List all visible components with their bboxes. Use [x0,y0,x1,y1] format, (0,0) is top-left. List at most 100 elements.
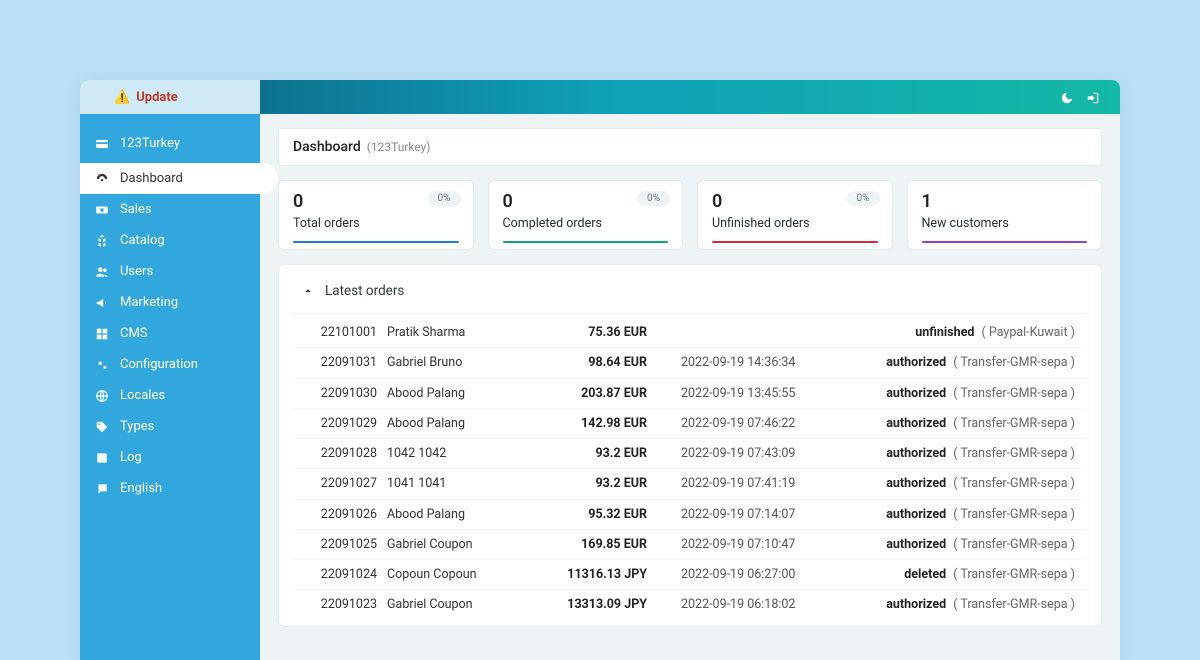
grid-icon [94,326,110,341]
update-banner[interactable]: ⚠️ Update [80,80,260,114]
page-title: Dashboard [293,139,361,155]
order-customer: Gabriel Coupon [387,534,527,555]
order-amount: 11316.13 JPY [537,564,647,585]
logout-button[interactable] [1080,88,1106,107]
order-status: authorized [886,355,946,370]
order-amount: 13313.09 JPY [537,594,647,615]
order-date: 2022-09-19 07:14:07 [657,504,817,525]
order-row[interactable]: 220910271041 104193.2 EUR2022-09-19 07:4… [293,468,1087,498]
order-status: authorized [886,476,946,491]
order-method: ( Paypal-Kuwait ) [982,325,1076,340]
users-icon [94,264,110,279]
order-status: authorized [886,507,946,522]
order-method: ( Transfer-GMR-sepa ) [953,537,1075,552]
sidebar: 123Turkey Dashboard Sales Catalog Users … [80,114,260,660]
money-icon [94,202,110,217]
stat-bar [503,241,669,243]
stat-card[interactable]: 0%0Total orders [278,180,474,250]
stat-value: 1 [922,191,1088,212]
order-status: authorized [886,416,946,431]
sidebar-item-sales[interactable]: Sales [80,194,260,225]
stat-bar [712,241,878,243]
sidebar-item-catalog[interactable]: Catalog [80,225,260,256]
order-row[interactable]: 22091025Gabriel Coupon169.85 EUR2022-09-… [293,529,1087,559]
order-tail: authorized ( Transfer-GMR-sepa ) [827,473,1075,494]
order-tail: authorized ( Transfer-GMR-sepa ) [827,413,1075,434]
nav-label: 123Turkey [120,136,180,151]
sidebar-item-users[interactable]: Users [80,256,260,287]
order-row[interactable]: 22091030Abood Palang203.87 EUR2022-09-19… [293,378,1087,408]
sidebar-item-marketing[interactable]: Marketing [80,287,260,318]
order-tail: authorized ( Transfer-GMR-sepa ) [827,443,1075,464]
order-id: 22091025 [305,534,377,555]
order-amount: 98.64 EUR [537,352,647,373]
order-amount: 169.85 EUR [537,534,647,555]
order-id: 22101001 [305,322,377,343]
stat-card[interactable]: 0%0Completed orders [488,180,684,250]
dark-mode-button[interactable] [1054,88,1080,107]
sidebar-item-configuration[interactable]: Configuration [80,349,260,380]
stat-bar [922,241,1088,243]
sidebar-item-types[interactable]: Types [80,411,260,442]
order-row[interactable]: 22091023Gabriel Coupon13313.09 JPY2022-0… [293,589,1087,619]
stat-cards: 0%0Total orders0%0Completed orders0%0Unf… [278,180,1102,250]
stat-label: Completed orders [503,216,669,231]
order-status: authorized [886,386,946,401]
order-tail: deleted ( Transfer-GMR-sepa ) [827,564,1075,585]
order-method: ( Transfer-GMR-sepa ) [953,567,1075,582]
sidebar-item-log[interactable]: Log [80,442,260,473]
order-date: 2022-09-19 07:46:22 [657,413,817,434]
order-id: 22091030 [305,383,377,404]
sidebar-item-language[interactable]: English [80,473,260,504]
bullhorn-icon [94,295,110,310]
order-row[interactable]: 22091031Gabriel Bruno98.64 EUR2022-09-19… [293,347,1087,377]
order-id: 22091029 [305,413,377,434]
book-icon [94,450,110,465]
order-amount: 75.36 EUR [537,322,647,343]
stat-label: New customers [922,216,1088,231]
topbar: ⚠️ Update [80,80,1120,114]
order-amount: 95.32 EUR [537,504,647,525]
app-window: ⚠️ Update 123Turkey Dashboard Sales Cata… [80,80,1120,660]
stat-badge: 0% [847,191,880,206]
order-tail: authorized ( Transfer-GMR-sepa ) [827,383,1075,404]
order-method: ( Transfer-GMR-sepa ) [953,597,1075,612]
order-customer: Abood Palang [387,413,527,434]
orders-list: 22101001Pratik Sharma75.36 EURunfinished… [293,318,1087,620]
stat-card[interactable]: 1 New customers [907,180,1103,250]
panel-toggle[interactable]: Latest orders [293,279,1087,314]
order-method: ( Transfer-GMR-sepa ) [953,386,1075,401]
order-id: 22091027 [305,473,377,494]
order-row[interactable]: 22091026Abood Palang95.32 EUR2022-09-19 … [293,499,1087,529]
order-method: ( Transfer-GMR-sepa ) [953,507,1075,522]
globe-icon [94,388,110,403]
stat-bar [293,241,459,243]
sidebar-item-cms[interactable]: CMS [80,318,260,349]
sidebar-item-dashboard[interactable]: Dashboard [80,163,278,194]
breadcrumb: Dashboard (123Turkey) [278,128,1102,166]
order-id: 22091023 [305,594,377,615]
order-row[interactable]: 22091024Copoun Copoun11316.13 JPY2022-09… [293,559,1087,589]
order-id: 22091028 [305,443,377,464]
sidebar-item-site[interactable]: 123Turkey [80,128,260,163]
order-status: authorized [886,597,946,612]
order-row[interactable]: 220910281042 104293.2 EUR2022-09-19 07:4… [293,438,1087,468]
order-date: 2022-09-19 06:18:02 [657,594,817,615]
moon-icon [1060,91,1074,105]
logout-icon [1086,91,1100,105]
order-customer: Copoun Copoun [387,564,527,585]
order-row[interactable]: 22091029Abood Palang142.98 EUR2022-09-19… [293,408,1087,438]
order-tail: authorized ( Transfer-GMR-sepa ) [827,504,1075,525]
nav-label: Users [120,264,153,279]
stat-card[interactable]: 0%0Unfinished orders [697,180,893,250]
order-method: ( Transfer-GMR-sepa ) [953,446,1075,461]
order-customer: Pratik Sharma [387,322,527,343]
nav-label: Catalog [120,233,165,248]
gauge-icon [94,171,110,186]
cogs-icon [94,357,110,372]
order-row[interactable]: 22101001Pratik Sharma75.36 EURunfinished… [293,318,1087,347]
sidebar-item-locales[interactable]: Locales [80,380,260,411]
content-area: Dashboard (123Turkey) 0%0Total orders0%0… [260,114,1120,660]
nav-label: Configuration [120,357,198,372]
order-date: 2022-09-19 14:36:34 [657,352,817,373]
